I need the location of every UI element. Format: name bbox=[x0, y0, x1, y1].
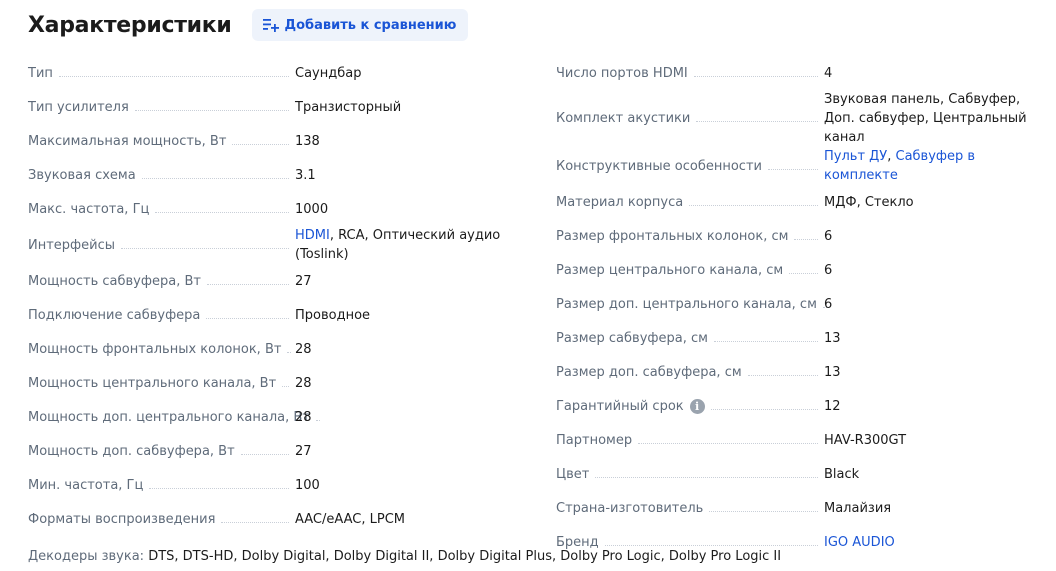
spec-row-extra-sub-power: Мощность доп. сабвуфера, Вт 27 bbox=[28, 434, 540, 468]
spec-value: 6 bbox=[824, 262, 833, 278]
spec-value: 6 bbox=[824, 296, 833, 312]
remote-control-link[interactable]: Пульт ДУ bbox=[824, 149, 887, 164]
info-icon[interactable]: i bbox=[689, 398, 705, 414]
spec-row-material: Материал корпуса МДФ, Стекло bbox=[556, 185, 1046, 219]
spec-row-extra-center-power: Мощность доп. центрального канала, Вт 28 bbox=[28, 400, 540, 434]
compare-list-icon bbox=[262, 19, 279, 32]
spec-row-front-power: Мощность фронтальных колонок, Вт 28 bbox=[28, 332, 540, 366]
spec-key: Размер сабвуфера, см bbox=[556, 330, 708, 346]
spec-value: 28 bbox=[295, 375, 312, 391]
spec-value: HDMI, RCA, Оптический аудио (Toslink) bbox=[295, 228, 501, 262]
sound-decoders: Декодеры звука: DTS, DTS-HD, Dolby Digit… bbox=[28, 549, 781, 564]
spec-key: Размер фронтальных колонок, см bbox=[556, 228, 789, 244]
spec-value: 13 bbox=[824, 364, 841, 380]
spec-row-extra-sub-size: Размер доп. сабвуфера, см 13 bbox=[556, 355, 1046, 389]
spec-key: Мощность сабвуфера, Вт bbox=[28, 273, 201, 289]
decoders-value: DTS, DTS-HD, Dolby Digital, Dolby Digita… bbox=[148, 549, 782, 564]
spec-key: Мощность фронтальных колонок, Вт bbox=[28, 341, 282, 357]
spec-row-color: Цвет Black bbox=[556, 457, 1046, 491]
decoders-key: Декодеры звука: bbox=[28, 549, 145, 564]
brand-link[interactable]: IGO AUDIO bbox=[824, 535, 895, 550]
spec-key: Комплект акустики bbox=[556, 111, 691, 126]
hdmi-link[interactable]: HDMI bbox=[295, 228, 330, 243]
spec-value: 28 bbox=[295, 341, 312, 357]
spec-key: Интерфейсы bbox=[28, 237, 116, 253]
spec-value: Саундбар bbox=[295, 65, 362, 81]
spec-key: Размер доп. центрального канала, см bbox=[556, 296, 817, 312]
spec-value: Пульт ДУ, Сабвуфер в комплекте bbox=[824, 149, 976, 183]
characteristics-header: Характеристики Добавить к сравнению bbox=[28, 9, 469, 41]
spec-value: IGO AUDIO bbox=[824, 533, 895, 552]
spec-key: Мин. частота, Гц bbox=[28, 477, 144, 493]
spec-key: Цвет bbox=[556, 466, 590, 482]
spec-value: Транзисторный bbox=[295, 99, 402, 115]
spec-row-sub-connection: Подключение сабвуфера Проводное bbox=[28, 298, 540, 332]
spec-row-hdmi-ports: Число портов HDMI 4 bbox=[556, 56, 1046, 90]
spec-value: Звуковая панель, Сабвуфер, Доп. сабвуфер… bbox=[824, 92, 1027, 145]
spec-value: AAC/eAAC, LPCM bbox=[295, 511, 406, 527]
spec-row-interfaces: Интерфейсы HDMI, RCA, Оптический аудио (… bbox=[28, 226, 540, 264]
spec-value: 6 bbox=[824, 228, 833, 244]
spec-key: Партномер bbox=[556, 432, 633, 448]
spec-row-extra-center-size: Размер доп. центрального канала, см 6 bbox=[556, 287, 1046, 321]
spec-key: Бренд bbox=[556, 534, 599, 550]
spec-value: Малайзия bbox=[824, 500, 892, 516]
spec-row-max-freq: Макс. частота, Гц 1000 bbox=[28, 192, 540, 226]
spec-value: 100 bbox=[295, 477, 320, 493]
spec-row-center-size: Размер центрального канала, см 6 bbox=[556, 253, 1046, 287]
spec-row-formats: Форматы воспроизведения AAC/eAAC, LPCM bbox=[28, 502, 540, 536]
spec-key: Размер доп. сабвуфера, см bbox=[556, 364, 742, 380]
spec-value: Black bbox=[824, 466, 860, 482]
spec-value: 13 bbox=[824, 330, 841, 346]
spec-row-partnumber: Партномер HAV-R300GT bbox=[556, 423, 1046, 457]
spec-value: Проводное bbox=[295, 307, 371, 323]
spec-value: 3.1 bbox=[295, 167, 316, 183]
spec-key: Мощность доп. сабвуфера, Вт bbox=[28, 443, 235, 459]
spec-row-amplifier: Тип усилителя Транзисторный bbox=[28, 90, 540, 124]
specs-right-column: Число портов HDMI 4 Комплект акустики Зв… bbox=[556, 56, 1046, 559]
spec-row-max-power: Максимальная мощность, Вт 138 bbox=[28, 124, 540, 158]
spec-key: Гарантийный срок bbox=[556, 398, 684, 414]
spec-key: Мощность центрального канала, Вт bbox=[28, 375, 277, 391]
spec-value: 12 bbox=[824, 398, 841, 414]
spec-key: Конструктивные особенности bbox=[556, 158, 762, 174]
spec-key: Число портов HDMI bbox=[556, 65, 688, 81]
spec-row-design-features: Конструктивные особенности Пульт ДУ, Саб… bbox=[556, 147, 1046, 185]
spec-key: Мощность доп. центрального канала, Вт bbox=[28, 409, 310, 425]
spec-key: Макс. частота, Гц bbox=[28, 201, 150, 217]
spec-row-acoustic-set: Комплект акустики Звуковая панель, Сабву… bbox=[556, 90, 1046, 147]
spec-row-sub-power: Мощность сабвуфера, Вт 27 bbox=[28, 264, 540, 298]
spec-row-center-power: Мощность центрального канала, Вт 28 bbox=[28, 366, 540, 400]
spec-key: Подключение сабвуфера bbox=[28, 307, 201, 323]
spec-value: 28 bbox=[295, 409, 312, 425]
spec-value: 27 bbox=[295, 443, 312, 459]
spec-key: Максимальная мощность, Вт bbox=[28, 133, 227, 149]
spec-row-country: Страна-изготовитель Малайзия bbox=[556, 491, 1046, 525]
spec-key: Материал корпуса bbox=[556, 194, 684, 210]
spec-row-sub-size: Размер сабвуфера, см 13 bbox=[556, 321, 1046, 355]
spec-row-front-size: Размер фронтальных колонок, см 6 bbox=[556, 219, 1046, 253]
spec-key: Размер центрального канала, см bbox=[556, 262, 784, 278]
add-to-compare-button[interactable]: Добавить к сравнению bbox=[251, 9, 469, 41]
spec-row-type: Тип Саундбар bbox=[28, 56, 540, 90]
spec-row-warranty: Гарантийный срок i 12 bbox=[556, 389, 1046, 423]
spec-key: Тип bbox=[28, 65, 53, 81]
spec-row-min-freq: Мин. частота, Гц 100 bbox=[28, 468, 540, 502]
spec-value: 4 bbox=[824, 65, 833, 81]
spec-value: 138 bbox=[295, 133, 320, 149]
spec-key: Форматы воспроизведения bbox=[28, 511, 216, 527]
spec-value: МДФ, Стекло bbox=[824, 194, 914, 210]
add-to-compare-label: Добавить к сравнению bbox=[284, 17, 457, 33]
spec-key: Страна-изготовитель bbox=[556, 500, 704, 516]
spec-value: HAV-R300GT bbox=[824, 432, 907, 448]
spec-key: Тип усилителя bbox=[28, 99, 129, 115]
specs-left-column: Тип Саундбар Тип усилителя Транзисторный… bbox=[28, 56, 540, 536]
spec-row-sound-scheme: Звуковая схема 3.1 bbox=[28, 158, 540, 192]
spec-key: Звуковая схема bbox=[28, 167, 136, 183]
spec-value: 27 bbox=[295, 273, 312, 289]
spec-value: 1000 bbox=[295, 201, 329, 217]
page-title: Характеристики bbox=[28, 12, 232, 38]
